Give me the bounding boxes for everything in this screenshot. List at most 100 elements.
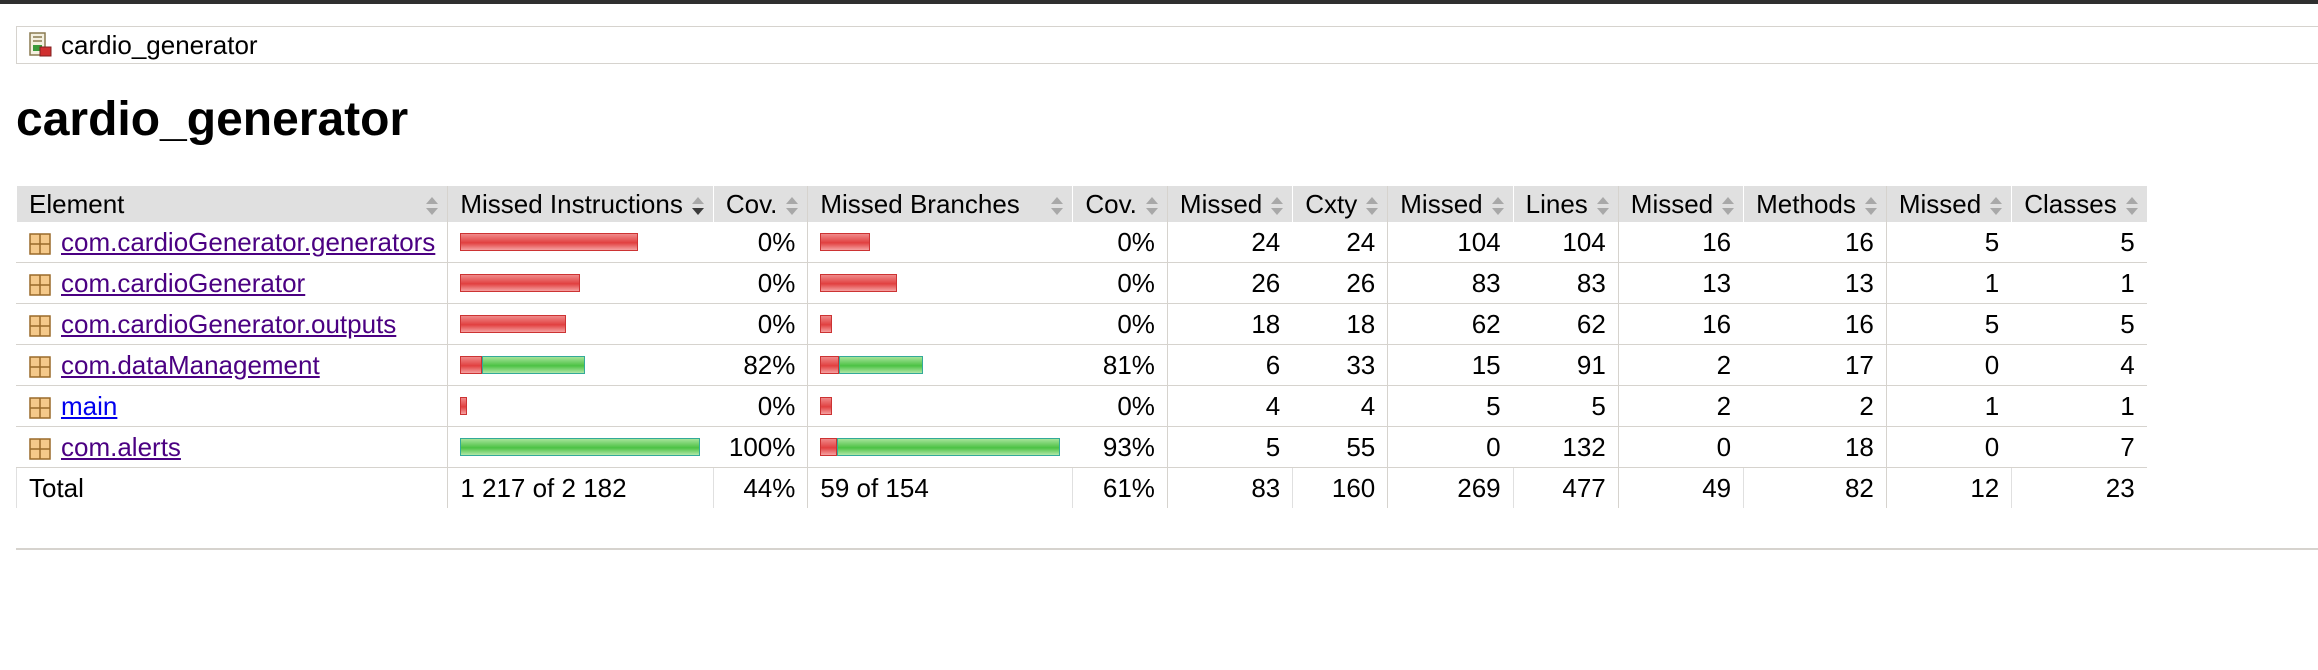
missed-cxty: 6 (1166, 344, 1293, 386)
missed-bar (460, 233, 639, 251)
package-icon (29, 231, 51, 255)
missed-lines: 5 (1387, 385, 1514, 427)
total-missed-classes: 12 (1885, 467, 2012, 508)
instructions-cov: 0% (712, 262, 808, 304)
missed-bar (820, 233, 871, 251)
footer-divider (16, 548, 2318, 550)
instructions-bar (447, 222, 714, 263)
element-cell: com.dataManagement (15, 344, 448, 386)
element-link[interactable]: com.cardioGenerator (61, 268, 305, 299)
header-lines[interactable]: Lines (1512, 186, 1619, 222)
instructions-bar (447, 262, 714, 304)
missed-classes: 5 (1885, 303, 2012, 345)
header-missed-branches[interactable]: Missed Branches (807, 186, 1073, 222)
missed-bar (820, 274, 898, 292)
total-instructions: 1 217 of 2 182 (447, 467, 714, 508)
table-row: com.alerts 100% 93% 5 55 0 132 0 18 0 7 (15, 426, 2147, 468)
header-branches-cov[interactable]: Cov. (1072, 186, 1168, 222)
missed-lines: 62 (1387, 303, 1514, 345)
instructions-bar (447, 344, 714, 386)
element-link[interactable]: main (61, 391, 117, 422)
header-instructions-cov[interactable]: Cov. (712, 186, 808, 222)
branches-bar (807, 222, 1073, 263)
methods: 13 (1743, 262, 1887, 304)
sort-icon (2125, 193, 2139, 215)
header-classes-label: Classes (2024, 188, 2117, 219)
instructions-cov: 100% (712, 426, 808, 468)
sort-icon (1365, 193, 1379, 215)
table-row: com.cardioGenerator 0% 0% 26 26 83 83 13 13 1 1 (15, 262, 2147, 304)
missed-classes: 0 (1885, 344, 2012, 386)
header-missed-classes[interactable]: Missed (1885, 186, 2012, 222)
instructions-cov: 82% (712, 344, 808, 386)
header-lines-label: Lines (1525, 188, 1588, 219)
covered-bar (837, 438, 1061, 456)
classes: 1 (2011, 385, 2147, 427)
missed-classes: 1 (1885, 385, 2012, 427)
missed-cxty: 4 (1166, 385, 1293, 427)
header-missed-cxty-label: Missed (1179, 188, 1263, 219)
header-missed-lines[interactable]: Missed (1387, 186, 1514, 222)
branches-cov: 0% (1072, 222, 1168, 263)
covered-bar (482, 356, 586, 374)
methods: 16 (1743, 303, 1887, 345)
instructions-cov: 0% (712, 222, 808, 263)
missed-bar (820, 315, 833, 333)
table-header: Element Missed Instructions Cov. Missed … (15, 186, 2147, 222)
sort-icon (1270, 193, 1284, 215)
table-body: com.cardioGenerator.generators 0% 0% 24 24 10… (15, 222, 2147, 468)
element-link[interactable]: com.cardioGenerator.outputs (61, 309, 396, 340)
sort-icon (1721, 193, 1735, 215)
package-icon (29, 313, 51, 337)
header-missed-methods[interactable]: Missed (1617, 186, 1744, 222)
header-missed-instructions-label: Missed Instructions (460, 188, 683, 219)
instructions-bar (447, 426, 714, 468)
header-missed-cxty[interactable]: Missed (1166, 186, 1293, 222)
missed-bar (820, 356, 840, 374)
missed-methods: 16 (1617, 222, 1744, 263)
sort-icon (1050, 193, 1064, 215)
header-cxty[interactable]: Cxty (1292, 186, 1388, 222)
header-element[interactable]: Element (15, 186, 448, 222)
header-missed-methods-label: Missed (1630, 188, 1714, 219)
lines: 5 (1512, 385, 1619, 427)
total-row: Total 1 217 of 2 182 44% 59 of 154 61% 8… (15, 467, 2147, 508)
breadcrumb: cardio_generator (16, 26, 2318, 64)
missed-methods: 0 (1617, 426, 1744, 468)
report-icon (27, 32, 53, 58)
package-icon (29, 272, 51, 296)
table-row: com.cardioGenerator.generators 0% 0% 24 24 10… (15, 222, 2147, 263)
total-branches-cov: 61% (1072, 467, 1168, 508)
coverage-table: Element Missed Instructions Cov. Missed … (15, 186, 2147, 508)
element-link[interactable]: com.dataManagement (61, 350, 320, 381)
covered-bar (839, 356, 924, 374)
header-methods[interactable]: Methods (1743, 186, 1887, 222)
lines: 132 (1512, 426, 1619, 468)
methods: 18 (1743, 426, 1887, 468)
missed-lines: 104 (1387, 222, 1514, 263)
classes: 1 (2011, 262, 2147, 304)
element-link[interactable]: com.alerts (61, 432, 181, 463)
missed-lines: 83 (1387, 262, 1514, 304)
header-missed-classes-label: Missed (1898, 188, 1982, 219)
header-cxty-label: Cxty (1305, 188, 1358, 219)
total-lines: 477 (1512, 467, 1619, 508)
missed-classes: 1 (1885, 262, 2012, 304)
header-classes[interactable]: Classes (2011, 186, 2147, 222)
cxty: 4 (1292, 385, 1388, 427)
total-instructions-cov: 44% (712, 467, 808, 508)
element-cell: com.alerts (15, 426, 448, 468)
sort-icon (1864, 193, 1878, 215)
branches-cov: 0% (1072, 262, 1168, 304)
methods: 2 (1743, 385, 1887, 427)
branches-bar (807, 385, 1073, 427)
classes: 5 (2011, 222, 2147, 263)
total-methods: 82 (1743, 467, 1887, 508)
missed-bar (460, 274, 581, 292)
element-link[interactable]: com.cardioGenerator.generators (61, 227, 435, 258)
methods: 17 (1743, 344, 1887, 386)
total-missed-cxty: 83 (1166, 467, 1293, 508)
cxty: 18 (1292, 303, 1388, 345)
header-missed-instructions[interactable]: Missed Instructions (447, 186, 714, 222)
sort-desc-icon (691, 193, 705, 215)
